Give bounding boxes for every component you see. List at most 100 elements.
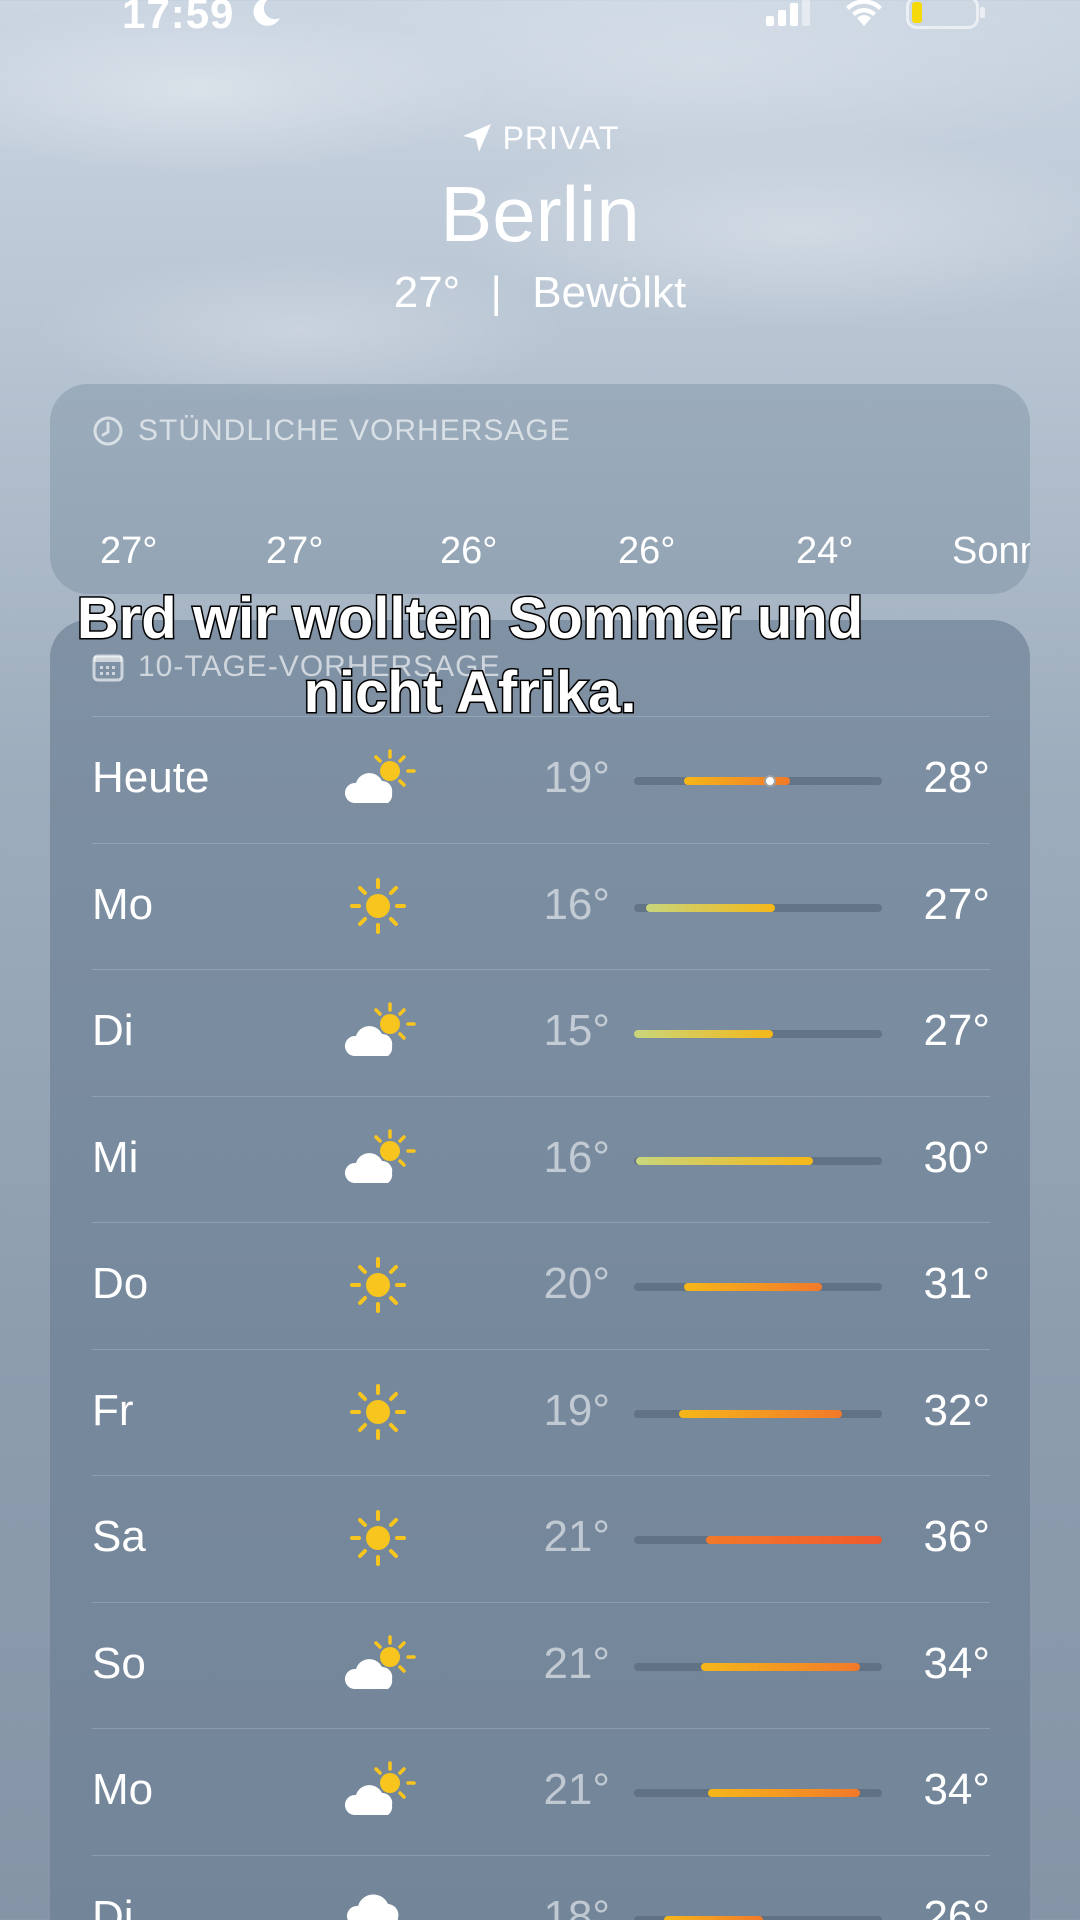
temperature-range-bar — [634, 1409, 882, 1418]
day-name: Mi — [92, 1132, 139, 1182]
temperature-range-fill — [700, 1662, 860, 1671]
current-temperature: 27° — [393, 268, 461, 317]
day-low-temp: 16° — [543, 879, 610, 929]
day-row[interactable]: So 21° 34° — [92, 1601, 990, 1729]
day-row[interactable]: Mi 16° 30° — [92, 1095, 990, 1223]
moon-icon — [253, 0, 280, 26]
hourly-forecast-card[interactable]: STÜNDLICHE VORHERSAGE — [50, 384, 1030, 594]
temperature-range-bar — [634, 1662, 882, 1671]
current-conditions: 27° | Bewölkt — [0, 268, 1080, 318]
day-name: Mo — [92, 879, 154, 929]
day-low-temp: 20° — [543, 1259, 610, 1308]
day-high-temp: 34° — [923, 1765, 990, 1814]
hourly-temp: 26° — [440, 530, 498, 572]
battery-icon — [906, 0, 985, 29]
day-name: Fr — [92, 1385, 134, 1435]
condition-text: Bewölkt — [532, 268, 687, 317]
day-low-temp: 19° — [543, 1385, 610, 1435]
temperature-range-fill — [636, 1156, 813, 1165]
cellular-signal-icon — [766, 0, 810, 26]
partly-cloudy-icon — [340, 1633, 416, 1697]
day-row[interactable]: Fr 19° 32° — [92, 1348, 990, 1476]
temperature-range-bar — [634, 1156, 882, 1165]
temperature-range-fill — [683, 1283, 823, 1291]
sun-icon — [340, 874, 416, 938]
day-row[interactable]: Di 15° 27° — [92, 969, 990, 1096]
day-high-temp: 34° — [923, 1638, 990, 1688]
day-high-temp: 27° — [923, 1006, 990, 1055]
temperature-range-bar — [634, 903, 882, 912]
day-high-temp: 28° — [923, 753, 990, 802]
hourly-temp: 27° — [100, 530, 158, 572]
daily-forecast-list: Heute 19° 28° Mo 16° 27° Di 15° 27° Mi 1… — [92, 716, 990, 1920]
caption-line: Brd wir wollten Sommer und — [75, 585, 864, 653]
day-low-temp: 21° — [543, 1512, 610, 1561]
day-name: Heute — [92, 753, 210, 802]
day-row[interactable]: Mo 21° 34° — [92, 1728, 990, 1855]
day-low-temp: 18° — [543, 1891, 610, 1920]
hourly-temp: 27° — [266, 530, 324, 572]
partly-cloudy-icon — [340, 1759, 416, 1823]
temperature-range-fill — [646, 903, 776, 912]
sun-icon — [340, 1506, 416, 1570]
day-row[interactable]: Di 18° 26° — [92, 1854, 990, 1920]
temperature-range-fill — [705, 1536, 882, 1544]
day-high-temp: 36° — [923, 1512, 990, 1561]
ten-day-forecast-card[interactable]: 10-TAGE-VORHERSAGE Heute 19° 28° Mo 16° 27°… — [50, 620, 1030, 1920]
location-header: PRIVAT Berlin 27° | Bewölkt — [0, 118, 1080, 318]
day-name: Mo — [92, 1765, 154, 1814]
day-high-temp: 27° — [923, 879, 990, 929]
day-row[interactable]: Heute 19° 28° — [92, 716, 990, 843]
day-name: Do — [92, 1259, 149, 1308]
temperature-range-bar — [634, 1915, 882, 1920]
day-low-temp: 21° — [543, 1765, 610, 1814]
current-temp-indicator — [764, 775, 777, 787]
temperature-range-fill — [634, 1030, 773, 1038]
partly-cloudy-icon — [340, 1127, 416, 1191]
day-low-temp: 19° — [543, 753, 610, 802]
hourly-temp: Sonn — [952, 530, 1030, 572]
caption-line: nicht Afrika. — [302, 659, 638, 727]
hourly-card-title: STÜNDLICHE VORHERSAGE — [138, 414, 571, 447]
location-arrow-icon — [462, 124, 491, 152]
day-row[interactable]: Sa 21° 36° — [92, 1475, 990, 1602]
day-name: Di — [92, 1891, 134, 1920]
day-row[interactable]: Do 20° 31° — [92, 1222, 990, 1349]
location-row: PRIVAT — [0, 118, 1080, 158]
day-low-temp: 16° — [543, 1132, 610, 1182]
wifi-icon — [846, 0, 882, 26]
temperature-range-fill — [663, 1915, 763, 1920]
day-name: Di — [92, 1006, 134, 1055]
day-row[interactable]: Mo 16° 27° — [92, 842, 990, 970]
day-name: So — [92, 1638, 146, 1688]
video-caption: Brd wir wollten Sommer und nicht Afrika. — [0, 582, 940, 730]
temperature-range-bar — [634, 1030, 882, 1038]
clock-icon — [93, 416, 123, 446]
hourly-card-header: STÜNDLICHE VORHERSAGE — [92, 414, 571, 448]
temperature-range-fill — [678, 1409, 843, 1418]
temperature-range-bar — [634, 1283, 882, 1291]
status-bar: 17:59 — [0, 0, 1080, 40]
hourly-temp: 26° — [618, 530, 676, 572]
temperature-range-bar — [634, 1536, 882, 1544]
day-low-temp: 21° — [543, 1638, 610, 1688]
temperature-range-bar — [634, 775, 882, 787]
day-high-temp: 31° — [923, 1259, 990, 1308]
day-low-temp: 15° — [543, 1006, 610, 1055]
city-name: Berlin — [440, 170, 640, 258]
day-high-temp: 30° — [923, 1132, 990, 1182]
sun-icon — [340, 1380, 416, 1444]
day-name: Sa — [92, 1512, 146, 1561]
condition-separator: | — [490, 268, 502, 317]
day-high-temp: 32° — [923, 1385, 990, 1435]
partly-cloudy-icon — [340, 747, 416, 811]
temperature-range-bar — [634, 1789, 882, 1797]
location-label: PRIVAT — [502, 119, 620, 156]
sun-icon — [340, 1253, 416, 1317]
rain-cloud-icon — [340, 1886, 416, 1920]
hourly-temp: 24° — [796, 530, 854, 572]
status-time: 17:59 — [122, 0, 235, 37]
partly-cloudy-icon — [340, 1000, 416, 1064]
day-high-temp: 26° — [923, 1891, 990, 1920]
temperature-range-fill — [708, 1789, 860, 1797]
